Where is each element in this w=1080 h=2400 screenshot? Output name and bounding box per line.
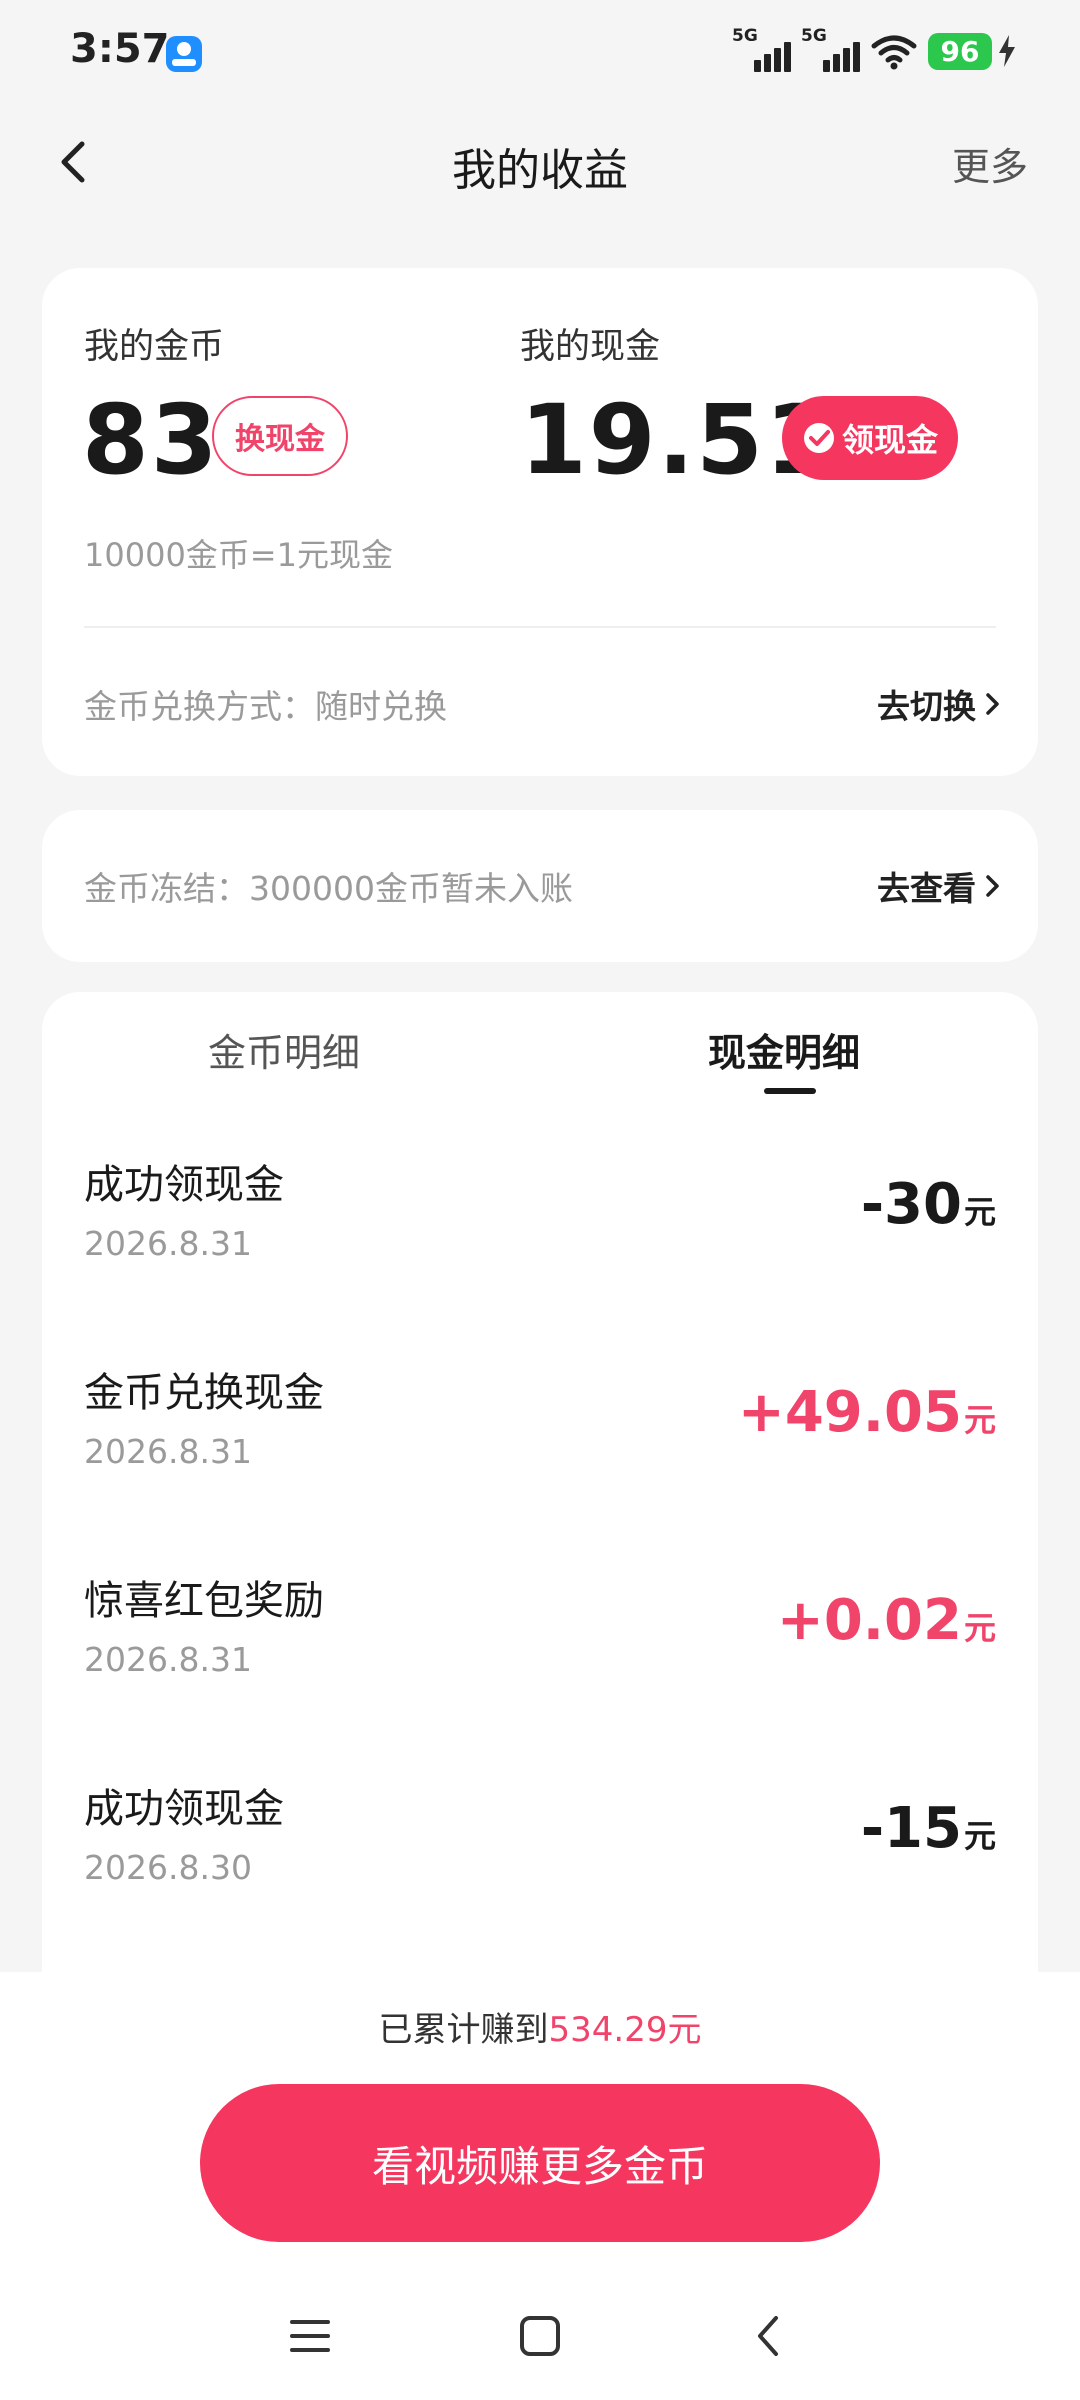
signal-1-icon: 5G	[732, 26, 791, 72]
exchange-cash-button[interactable]: 换现金	[212, 396, 348, 476]
transaction-amount: -15 元	[861, 1796, 996, 1861]
transaction-title: 成功领现金	[84, 1162, 284, 1208]
transaction-date: 2026.8.31	[84, 1224, 252, 1263]
transaction-amount-unit: 元	[963, 1609, 996, 1647]
balance-card: 我的金币 83 换现金 我的现金 19.51 领现金 10000金币=1元现金 …	[42, 268, 1038, 776]
network-type-1: 5G	[732, 26, 758, 46]
home-square-icon[interactable]	[512, 2308, 568, 2364]
network-type-2: 5G	[801, 26, 827, 46]
transaction-amount-value: -15	[860, 1796, 962, 1861]
cash-label: 我的现金	[520, 327, 661, 367]
tab-cash-details[interactable]: 现金明细	[708, 1022, 860, 1077]
transaction-item: 惊喜红包奖励 2026.8.31 +0.02 元	[42, 1568, 1038, 1776]
exchange-method-text: 金币兑换方式：随时兑换	[84, 687, 447, 726]
transaction-amount-value: +49.05	[737, 1380, 962, 1445]
chevron-right-icon	[986, 693, 999, 715]
view-frozen-link[interactable]: 去查看	[877, 862, 1002, 910]
transaction-title: 金币兑换现金	[84, 1370, 324, 1416]
tab-coin-details[interactable]: 金币明细	[208, 1022, 360, 1077]
status-bar: 3:57 5G 5G 96	[0, 0, 1080, 108]
coins-value: 83	[82, 384, 220, 496]
transaction-title: 惊喜红包奖励	[84, 1578, 324, 1624]
details-card: 金币明细 现金明细 成功领现金 2026.8.31 -30 元 金币兑换现金 2…	[42, 992, 1038, 1992]
transaction-date: 2026.8.30	[84, 1848, 252, 1887]
charging-icon	[999, 35, 1015, 67]
transaction-amount: -30 元	[861, 1172, 996, 1237]
header: 我的收益 更多	[0, 108, 1080, 216]
transaction-amount-value: -30	[860, 1172, 962, 1237]
coins-label: 我的金币	[84, 327, 225, 367]
detail-tabs: 金币明细 现金明细	[42, 992, 1038, 1102]
wifi-icon	[871, 35, 917, 70]
status-indicators: 5G 5G 96	[732, 26, 1016, 72]
transaction-item: 成功领现金 2026.8.31 -30 元	[42, 1152, 1038, 1360]
total-earned-prefix: 已累计赚到	[378, 2010, 549, 2050]
chevron-right-icon	[986, 875, 999, 897]
transaction-item: 成功领现金 2026.8.30 -15 元	[42, 1776, 1038, 1984]
switch-method-link[interactable]: 去切换	[877, 680, 1002, 728]
back-icon[interactable]	[742, 2308, 798, 2364]
transaction-amount-value: +0.02	[776, 1588, 962, 1653]
exchange-rate-text: 10000金币=1元现金	[84, 536, 393, 574]
view-frozen-label: 去查看	[877, 869, 976, 908]
transaction-amount: +0.02 元	[777, 1588, 996, 1653]
total-earned-amount: 534.29元	[548, 2010, 702, 2050]
active-tab-indicator	[764, 1088, 816, 1094]
transaction-item: 金币兑换现金 2026.8.31 +49.05 元	[42, 1360, 1038, 1568]
switch-method-label: 去切换	[877, 687, 976, 726]
frozen-coins-card: 金币冻结：300000金币暂未入账 去查看	[42, 810, 1038, 962]
footer: 已累计赚到534.29元 看视频赚更多金币	[0, 1972, 1080, 2272]
transaction-amount-unit: 元	[963, 1817, 996, 1855]
signal-2-icon: 5G	[801, 26, 860, 72]
app-notification-icon	[166, 36, 202, 72]
watch-video-button[interactable]: 看视频赚更多金币	[200, 2084, 880, 2242]
more-button[interactable]: 更多	[952, 136, 1028, 191]
system-nav-bar	[0, 2272, 1080, 2400]
total-earned-text: 已累计赚到534.29元	[0, 2002, 1080, 2051]
transaction-amount-unit: 元	[963, 1193, 996, 1231]
transaction-amount-unit: 元	[963, 1401, 996, 1439]
withdraw-cash-label: 领现金	[841, 421, 938, 459]
transaction-date: 2026.8.31	[84, 1432, 252, 1471]
transaction-date: 2026.8.31	[84, 1640, 252, 1679]
frozen-coins-text: 金币冻结：300000金币暂未入账	[84, 869, 573, 908]
page-title: 我的收益	[452, 145, 628, 196]
transaction-amount: +49.05 元	[738, 1380, 996, 1445]
menu-icon[interactable]	[282, 2308, 338, 2364]
wechat-icon	[803, 423, 834, 453]
transaction-title: 成功领现金	[84, 1786, 284, 1832]
battery-indicator: 96	[928, 32, 1016, 70]
divider	[84, 626, 996, 628]
battery-level: 96	[928, 32, 992, 70]
withdraw-cash-button[interactable]: 领现金	[782, 396, 958, 480]
status-time: 3:57	[70, 26, 170, 72]
